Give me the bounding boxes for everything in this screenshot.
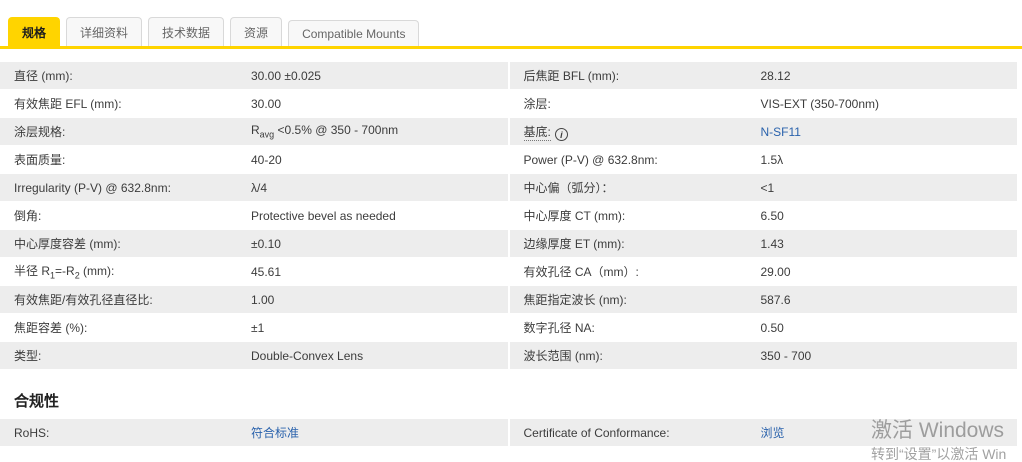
spec-value: 40-20: [251, 153, 508, 167]
spec-label: 有效焦距/有效孔径直径比:: [0, 291, 251, 308]
spec-value: 45.61: [251, 265, 508, 279]
spec-row-wavelength-range: 波长范围 (nm): 350 - 700: [510, 342, 1018, 369]
spec-value: ±0.10: [251, 237, 508, 251]
spec-label: Power (P-V) @ 632.8nm:: [510, 153, 761, 167]
substrate-label: 基底:: [524, 125, 551, 141]
compliance-table: RoHS: 符合标准 Certificate of Conformance: 浏…: [0, 419, 1017, 447]
spec-value: 1.5λ: [761, 153, 1018, 167]
spec-row-ca: 有效孔径 CA（mm）: 29.00: [510, 258, 1018, 285]
info-icon[interactable]: i: [555, 128, 568, 141]
tab-bar: 规格 详细资料 技术数据 资源 Compatible Mounts: [0, 0, 1022, 49]
spec-value: 30.00: [251, 97, 508, 111]
spec-label: 表面质量:: [0, 151, 251, 168]
spec-value: 28.12: [761, 69, 1018, 83]
spec-row-ct-tolerance: 中心厚度容差 (mm): ±0.10: [0, 230, 508, 257]
spec-label: 后焦距 BFL (mm):: [510, 67, 761, 84]
compliance-row-coc: Certificate of Conformance: 浏览: [510, 419, 1018, 446]
spec-label: 涂层:: [510, 95, 761, 112]
coc-browse-link[interactable]: 浏览: [761, 426, 785, 440]
spec-label: 有效焦距 EFL (mm):: [0, 95, 251, 112]
spec-value: 350 - 700: [761, 349, 1018, 363]
spec-label: 中心偏（弧分）：: [510, 179, 761, 196]
spec-value: Protective bevel as needed: [251, 209, 508, 223]
spec-label: 倒角:: [0, 207, 251, 224]
spec-table-left: 直径 (mm): 30.00 ±0.025 有效焦距 EFL (mm): 30.…: [0, 62, 508, 370]
tab-details[interactable]: 详细资料: [66, 17, 142, 46]
spec-row-coating: 涂层: VIS-EXT (350-700nm): [510, 90, 1018, 117]
tab-resources[interactable]: 资源: [230, 17, 282, 46]
spec-value: <1: [761, 181, 1018, 195]
spec-value: 1.00: [251, 293, 508, 307]
label-text: =-R: [55, 264, 75, 278]
coc-label: Certificate of Conformance:: [510, 426, 761, 440]
spec-row-type: 类型: Double-Convex Lens: [0, 342, 508, 369]
compliance-left: RoHS: 符合标准: [0, 419, 508, 447]
tab-compatible-mounts[interactable]: Compatible Mounts: [288, 20, 419, 46]
spec-row-ct: 中心厚度 CT (mm): 6.50: [510, 202, 1018, 229]
spec-label: 基底: i: [510, 123, 761, 141]
spec-label: 边缘厚度 ET (mm):: [510, 235, 761, 252]
spec-label: 类型:: [0, 347, 251, 364]
value-text: R: [251, 123, 260, 137]
spec-row-fl-tolerance: 焦距容差 (%): ±1: [0, 314, 508, 341]
spec-label: Irregularity (P-V) @ 632.8nm:: [0, 181, 251, 195]
spec-table-right: 后焦距 BFL (mm): 28.12 涂层: VIS-EXT (350-700…: [510, 62, 1018, 370]
spec-label: 波长范围 (nm):: [510, 347, 761, 364]
tab-specs[interactable]: 规格: [8, 17, 60, 46]
spec-table: 直径 (mm): 30.00 ±0.025 有效焦距 EFL (mm): 30.…: [0, 62, 1017, 370]
spec-label: 半径 R1=-R2 (mm):: [0, 262, 251, 280]
spec-label: 焦距指定波长 (nm):: [510, 291, 761, 308]
spec-label: 焦距容差 (%):: [0, 319, 251, 336]
spec-row-power: Power (P-V) @ 632.8nm: 1.5λ: [510, 146, 1018, 173]
spec-value: 30.00 ±0.025: [251, 69, 508, 83]
spec-value: Double-Convex Lens: [251, 349, 508, 363]
rohs-compliant-link[interactable]: 符合标准: [251, 426, 299, 440]
coc-value: 浏览: [761, 424, 1018, 441]
spec-value: VIS-EXT (350-700nm): [761, 97, 1018, 111]
spec-row-surface-quality: 表面质量: 40-20: [0, 146, 508, 173]
spec-value: Ravg <0.5% @ 350 - 700nm: [251, 123, 508, 139]
spec-value: 0.50: [761, 321, 1018, 335]
spec-value: 6.50: [761, 209, 1018, 223]
spec-row-centering: 中心偏（弧分）： <1: [510, 174, 1018, 201]
value-text: <0.5% @ 350 - 700nm: [274, 123, 398, 137]
compliance-heading: 合规性: [14, 390, 1022, 411]
label-text: (mm):: [80, 264, 115, 278]
label-text: 半径 R: [14, 264, 50, 278]
spec-row-f-number: 有效焦距/有效孔径直径比: 1.00: [0, 286, 508, 313]
spec-row-na: 数字孔径 NA: 0.50: [510, 314, 1018, 341]
spec-row-substrate: 基底: i N-SF11: [510, 118, 1018, 145]
spec-row-bfl: 后焦距 BFL (mm): 28.12: [510, 62, 1018, 89]
compliance-row-rohs: RoHS: 符合标准: [0, 419, 508, 446]
spec-value: ±1: [251, 321, 508, 335]
rohs-value: 符合标准: [251, 424, 508, 441]
spec-value: 29.00: [761, 265, 1018, 279]
substrate-link[interactable]: N-SF11: [761, 125, 801, 139]
spec-row-bevel: 倒角: Protective bevel as needed: [0, 202, 508, 229]
spec-row-efl: 有效焦距 EFL (mm): 30.00: [0, 90, 508, 117]
spec-label: 中心厚度 CT (mm):: [510, 207, 761, 224]
spec-label: 中心厚度容差 (mm):: [0, 235, 251, 252]
spec-value: N-SF11: [761, 125, 1018, 139]
value-subscript: avg: [260, 130, 275, 140]
compliance-right: Certificate of Conformance: 浏览: [510, 419, 1018, 447]
spec-row-diameter: 直径 (mm): 30.00 ±0.025: [0, 62, 508, 89]
tab-technical-data[interactable]: 技术数据: [148, 17, 224, 46]
spec-label: 数字孔径 NA:: [510, 319, 761, 336]
spec-label: 涂层规格:: [0, 123, 251, 140]
spec-label: 直径 (mm):: [0, 67, 251, 84]
rohs-label: RoHS:: [0, 426, 251, 440]
spec-label: 有效孔径 CA（mm）:: [510, 263, 761, 280]
spec-row-design-wavelength: 焦距指定波长 (nm): 587.6: [510, 286, 1018, 313]
spec-row-irregularity: Irregularity (P-V) @ 632.8nm: λ/4: [0, 174, 508, 201]
watermark-line2: 转到“设置”以激活 Win: [871, 446, 1006, 462]
spec-row-et: 边缘厚度 ET (mm): 1.43: [510, 230, 1018, 257]
spec-value: 587.6: [761, 293, 1018, 307]
spec-row-radius: 半径 R1=-R2 (mm): 45.61: [0, 258, 508, 285]
spec-value: λ/4: [251, 181, 508, 195]
spec-row-coating-spec: 涂层规格: Ravg <0.5% @ 350 - 700nm: [0, 118, 508, 145]
spec-value: 1.43: [761, 237, 1018, 251]
